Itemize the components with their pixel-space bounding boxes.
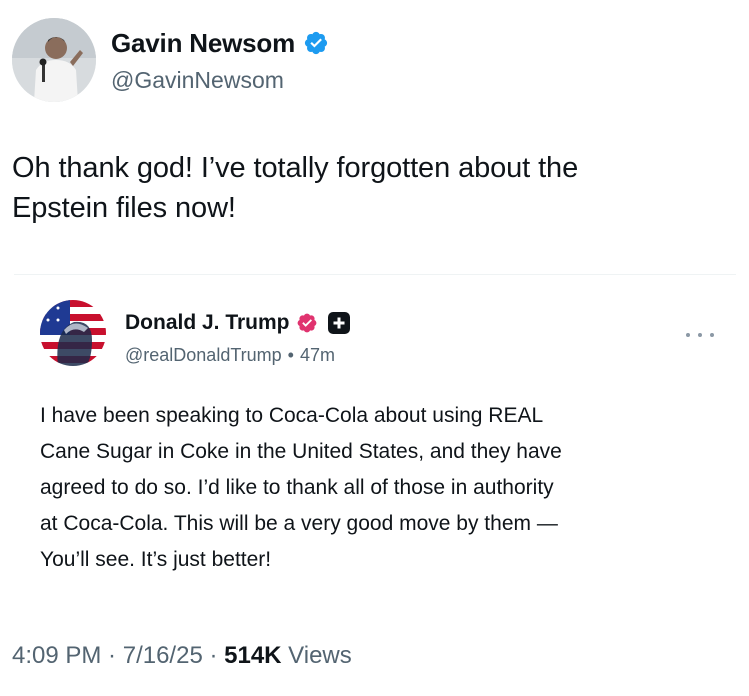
plus-badge-icon	[327, 312, 350, 334]
divider	[14, 274, 736, 275]
avatar[interactable]	[12, 18, 96, 102]
tweet-footer: 4:09 PM · 7/16/25 · 514K Views	[12, 640, 352, 672]
quoted-avatar[interactable]	[40, 300, 106, 366]
quoted-author-name[interactable]: Donald J. Trump	[125, 310, 290, 336]
quoted-tweet-text: I have been speaking to Coca-Cola about …	[40, 398, 720, 578]
views-label: Views	[281, 642, 352, 669]
author-handle[interactable]: @GavinNewsom	[111, 66, 284, 94]
author-name-row: Gavin Newsom	[111, 28, 329, 58]
verified-badge-icon	[304, 31, 328, 55]
tweet-text: Oh thank god! I’ve totally forgotten abo…	[12, 148, 732, 228]
post-time[interactable]: 4:09 PM	[12, 642, 101, 669]
quoted-name-row: Donald J. Trump	[125, 310, 350, 336]
meta-separator: •	[287, 345, 294, 365]
views-count[interactable]: 514K	[224, 642, 281, 669]
quoted-meta: @realDonaldTrump • 47m	[125, 343, 335, 367]
quoted-text-line: Cane Sugar in Coke in the United States,…	[40, 440, 562, 463]
quoted-text-line: agreed to do so. I’d like to thank all o…	[40, 476, 554, 499]
author-name[interactable]: Gavin Newsom	[111, 28, 295, 58]
more-dot-icon	[698, 333, 702, 337]
tweet-text-line: Oh thank god! I’ve totally forgotten abo…	[12, 152, 579, 184]
quoted-handle[interactable]: @realDonaldTrump	[125, 345, 282, 365]
footer-separator: ·	[202, 642, 225, 669]
person-avatar-icon	[12, 18, 96, 102]
more-dot-icon	[686, 333, 690, 337]
quoted-text-line: You’ll see. It’s just better!	[40, 548, 272, 571]
verified-badge-icon	[297, 313, 316, 333]
quoted-text-line: at Coca-Cola. This will be a very good m…	[40, 512, 558, 535]
tweet-text-line: Epstein files now!	[12, 192, 236, 224]
flag-portrait-avatar-icon	[40, 300, 106, 366]
footer-separator: ·	[101, 642, 123, 669]
more-options-button[interactable]	[686, 328, 714, 342]
more-dot-icon	[710, 333, 714, 337]
tweet-card: Gavin Newsom @GavinNewsom Oh thank god! …	[0, 0, 749, 696]
quoted-time[interactable]: 47m	[300, 345, 335, 365]
quoted-text-line: I have been speaking to Coca-Cola about …	[40, 404, 544, 427]
post-date[interactable]: 7/16/25	[123, 642, 203, 669]
